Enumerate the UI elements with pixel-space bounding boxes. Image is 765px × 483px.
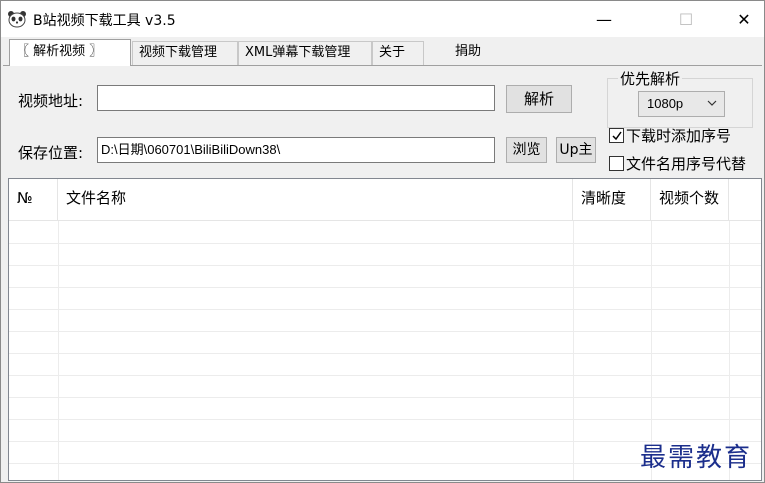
video-url-label: 视频地址:	[18, 92, 84, 110]
filename-number-checkbox[interactable]: 文件名用序号代替	[609, 153, 746, 174]
grid-line	[58, 221, 59, 480]
grid-line	[9, 265, 761, 266]
panda-app-icon	[7, 10, 27, 28]
resolution-value: 1080p	[647, 96, 684, 111]
resolution-select[interactable]: 1080p	[638, 91, 725, 117]
parse-button[interactable]: 解析	[506, 85, 572, 113]
watermark-text: 最需教育	[640, 443, 753, 473]
checkbox-unchecked-icon	[609, 156, 624, 171]
column-file-name[interactable]: 文件名称	[58, 179, 573, 221]
tab-bar: 〖 解析视频 〗 视频下载管理 XML弹幕下载管理 关于 捐助	[1, 39, 764, 66]
grid-line	[9, 397, 761, 398]
tab-video-download-manager[interactable]: 视频下载管理	[132, 41, 238, 65]
grid-line	[573, 221, 574, 480]
save-location-input[interactable]: D:\日期\060701\BiliBiliDown38\	[97, 137, 495, 163]
app-window: B站视频下载工具 v3.5 — ☐ ✕ 〖 解析视频 〗 视频下载管理 XML弹…	[0, 0, 765, 483]
file-list-table[interactable]: № 文件名称 清晰度 视频个数	[8, 178, 762, 481]
parse-video-panel: 视频地址: 解析 保存位置: D:\日期\060701\BiliBiliDown…	[3, 65, 762, 482]
grid-line	[9, 331, 761, 332]
tab-parse-video[interactable]: 〖 解析视频 〗	[9, 39, 131, 66]
minimize-button[interactable]: —	[581, 1, 627, 37]
filename-number-label: 文件名用序号代替	[626, 155, 747, 173]
tab-xml-danmaku-manager[interactable]: XML弹幕下载管理	[238, 41, 372, 65]
priority-title: 优先解析	[618, 68, 683, 89]
grid-line	[9, 375, 761, 376]
priority-groupbox: 优先解析 1080p	[607, 68, 753, 128]
column-number[interactable]: №	[9, 179, 58, 221]
add-number-label: 下载时添加序号	[626, 127, 732, 145]
grid-line	[9, 419, 761, 420]
grid-line	[9, 353, 761, 354]
video-url-input[interactable]	[97, 85, 495, 111]
save-location-label: 保存位置:	[18, 144, 84, 162]
tab-about[interactable]: 关于	[372, 41, 424, 65]
column-quality[interactable]: 清晰度	[573, 179, 651, 221]
grid-line	[9, 309, 761, 310]
grid-line	[9, 243, 761, 244]
table-header: № 文件名称 清晰度 视频个数	[9, 179, 761, 221]
uploader-button[interactable]: Up主	[556, 137, 596, 163]
tab-donate[interactable]: 捐助	[449, 41, 499, 65]
browse-button[interactable]: 浏览	[506, 137, 547, 163]
grid-line	[9, 287, 761, 288]
add-number-checkbox[interactable]: 下载时添加序号	[609, 125, 731, 146]
column-video-count[interactable]: 视频个数	[651, 179, 729, 221]
maximize-button[interactable]: ☐	[663, 1, 709, 37]
checkbox-checked-icon	[609, 128, 624, 143]
chevron-down-icon	[706, 95, 718, 114]
window-title: B站视频下载工具 v3.5	[33, 13, 176, 29]
close-button[interactable]: ✕	[721, 1, 765, 37]
title-bar: B站视频下载工具 v3.5 — ☐ ✕	[1, 1, 764, 37]
